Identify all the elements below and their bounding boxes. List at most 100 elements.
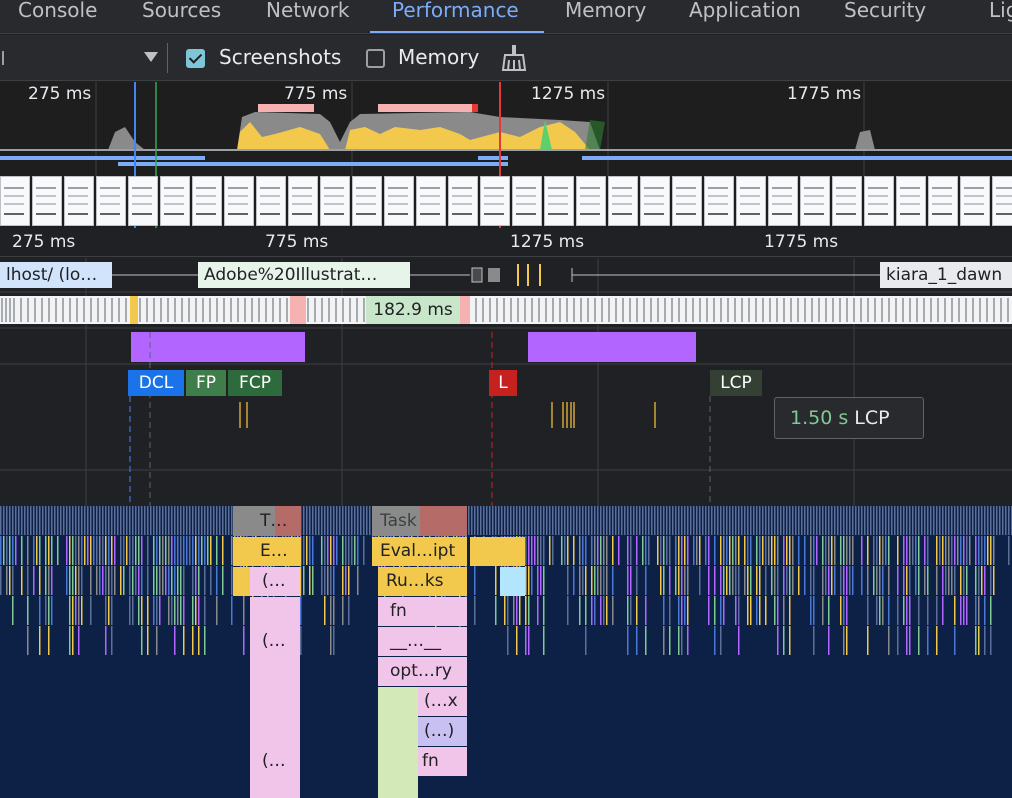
screenshot-filmstrip[interactable] xyxy=(0,176,1012,228)
flame-run-microtasks[interactable]: Ru…ks xyxy=(380,566,466,596)
flame-function[interactable]: (…) xyxy=(418,716,466,746)
screenshot-thumbnail[interactable] xyxy=(896,176,926,226)
flame-small-task xyxy=(843,626,845,655)
memory-label[interactable]: Memory xyxy=(398,45,479,69)
screenshot-thumbnail[interactable] xyxy=(384,176,414,226)
load-marker[interactable]: L xyxy=(489,370,517,396)
flame-small-task xyxy=(579,536,581,565)
screenshot-thumbnail[interactable] xyxy=(704,176,734,226)
flame-small-task xyxy=(504,596,506,625)
tab-memory[interactable]: Memory xyxy=(565,0,646,32)
flame-small-task xyxy=(87,506,89,535)
flame-small-task xyxy=(516,626,518,655)
screenshot-thumbnail[interactable] xyxy=(928,176,958,226)
screenshot-thumbnail[interactable] xyxy=(64,176,94,226)
flame-small-task xyxy=(345,506,347,535)
screenshot-thumbnail[interactable] xyxy=(736,176,766,226)
screenshot-thumbnail[interactable] xyxy=(448,176,478,226)
network-request[interactable]: lhost/ (lo… xyxy=(0,262,112,288)
tab-performance[interactable]: Performance xyxy=(392,0,519,32)
screenshot-thumbnail[interactable] xyxy=(608,176,638,226)
tab-security[interactable]: Security xyxy=(844,0,926,32)
flame-small-task xyxy=(852,506,854,535)
flame-small-task xyxy=(783,536,785,565)
flame-chart-canvas xyxy=(0,506,1012,798)
screenshot-thumbnail[interactable] xyxy=(256,176,286,226)
fcp-marker[interactable]: FCP xyxy=(228,370,282,396)
flame-small-task xyxy=(720,626,722,655)
tab-application[interactable]: Application xyxy=(689,0,801,32)
flame-small-task xyxy=(105,626,107,655)
flame-small-task xyxy=(876,566,878,595)
flame-evaluate-script[interactable]: E… xyxy=(254,536,300,566)
screenshot-thumbnail[interactable] xyxy=(800,176,830,226)
screenshot-thumbnail[interactable] xyxy=(960,176,990,226)
flame-call[interactable]: (… xyxy=(256,566,300,596)
flame-small-task xyxy=(777,536,779,565)
main-thread-flame-chart[interactable]: T… Task E… Eval…ipt (… Ru…ks fn (… __…__… xyxy=(0,506,1012,798)
screenshot-thumbnail[interactable] xyxy=(352,176,382,226)
screenshot-thumbnail[interactable] xyxy=(128,176,158,226)
screenshot-thumbnail[interactable] xyxy=(192,176,222,226)
screenshots-label[interactable]: Screenshots xyxy=(219,45,341,69)
flame-function[interactable]: fn xyxy=(416,746,466,776)
timeline-tracks[interactable]: lhost/ (lo… Adobe%20Illustrat… kiara_1_d… xyxy=(0,258,1012,506)
flame-small-task xyxy=(966,596,968,625)
flame-function[interactable]: __…__ xyxy=(384,626,466,656)
lcp-marker[interactable]: LCP xyxy=(710,370,762,396)
flame-small-task xyxy=(939,536,941,565)
tab-console[interactable]: Console xyxy=(18,0,97,32)
screenshots-checkbox[interactable] xyxy=(186,49,205,68)
screenshot-thumbnail[interactable] xyxy=(512,176,542,226)
flame-small-task xyxy=(846,506,848,535)
flame-small-task xyxy=(846,596,848,625)
recording-select-edge[interactable] xyxy=(0,51,4,65)
screenshot-thumbnail[interactable] xyxy=(544,176,574,226)
screenshot-thumbnail[interactable] xyxy=(992,176,1012,226)
screenshot-thumbnail[interactable] xyxy=(768,176,798,226)
flame-small-task xyxy=(174,596,176,625)
screenshot-thumbnail[interactable] xyxy=(32,176,62,226)
flame-evaluate-script[interactable]: Eval…ipt xyxy=(374,536,466,566)
screenshot-thumbnail[interactable] xyxy=(96,176,126,226)
screenshot-thumbnail[interactable] xyxy=(832,176,862,226)
screenshot-thumbnail[interactable] xyxy=(640,176,670,226)
broom-icon[interactable] xyxy=(500,44,528,72)
flame-small-task xyxy=(51,596,53,625)
flame-small-task xyxy=(771,506,773,535)
screenshot-thumbnail[interactable] xyxy=(320,176,350,226)
flame-small-task xyxy=(663,536,665,565)
screenshot-thumbnail[interactable] xyxy=(160,176,190,226)
memory-checkbox[interactable] xyxy=(366,49,385,68)
network-request[interactable]: kiara_1_dawn xyxy=(880,262,1012,288)
flame-task[interactable]: T… xyxy=(254,506,300,536)
network-request[interactable]: Adobe%20Illustrat… xyxy=(198,262,410,288)
tab-sources[interactable]: Sources xyxy=(142,0,221,32)
flame-call[interactable]: (… xyxy=(256,746,300,776)
chevron-down-icon[interactable] xyxy=(144,52,158,62)
tab-lighthouse[interactable]: Lig xyxy=(989,0,1012,32)
flame-small-task xyxy=(669,626,671,655)
screenshot-thumbnail[interactable] xyxy=(288,176,318,226)
flame-small-task xyxy=(720,566,722,595)
screenshot-thumbnail[interactable] xyxy=(416,176,446,226)
tab-network[interactable]: Network xyxy=(266,0,350,32)
screenshot-thumbnail[interactable] xyxy=(672,176,702,226)
flame-function[interactable]: opt…ry xyxy=(384,656,466,686)
flame-task[interactable]: Task xyxy=(374,506,464,536)
flame-small-task xyxy=(195,536,197,565)
flame-small-task xyxy=(525,596,527,625)
flame-function[interactable]: (…x xyxy=(418,686,466,716)
screenshot-thumbnail[interactable] xyxy=(480,176,510,226)
fp-marker[interactable]: FP xyxy=(186,370,226,396)
frame-duration-label[interactable]: 182.9 ms xyxy=(366,296,460,324)
screenshot-thumbnail[interactable] xyxy=(0,176,30,226)
flame-small-task xyxy=(810,536,812,565)
screenshot-thumbnail[interactable] xyxy=(864,176,894,226)
flame-function[interactable]: fn xyxy=(384,596,466,626)
screenshot-thumbnail[interactable] xyxy=(224,176,254,226)
dcl-marker[interactable]: DCL xyxy=(128,370,184,396)
screenshot-thumbnail[interactable] xyxy=(576,176,606,226)
flame-call[interactable]: (… xyxy=(256,626,300,656)
flame-small-task xyxy=(300,596,302,625)
